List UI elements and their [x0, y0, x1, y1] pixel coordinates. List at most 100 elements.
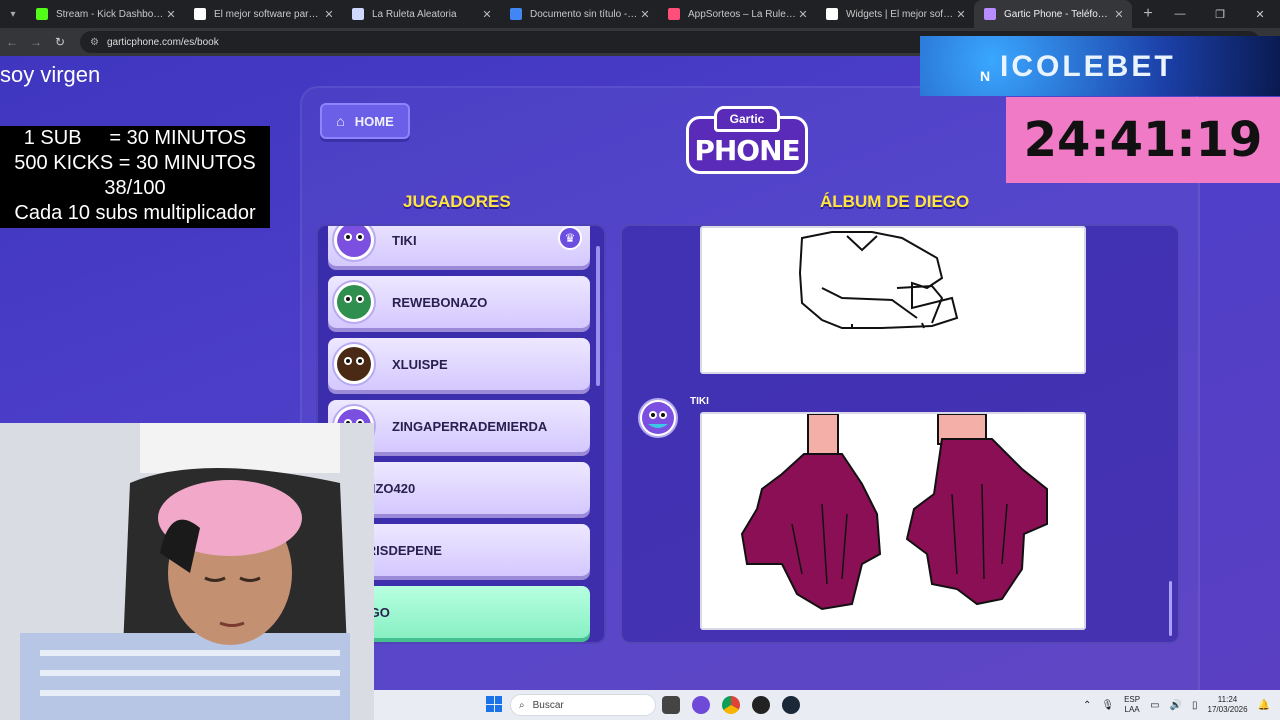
tab-title: Stream - Kick Dashboard [56, 8, 164, 20]
brand-text: ICOLEBET [1000, 50, 1176, 83]
discord-icon[interactable] [692, 696, 710, 714]
gartic-phone-logo: Gartic PHONE [686, 104, 808, 178]
close-tab-icon[interactable]: ✕ [164, 8, 178, 21]
tab-title: AppSorteos – La Ruleta de la Su [688, 8, 796, 20]
tab-title: La Ruleta Aleatoria [372, 8, 457, 20]
tab-strip: Stream - Kick Dashboard ✕ El mejor softwar… [26, 0, 1132, 28]
webcam-image [0, 423, 374, 720]
clock-time: 11:24 [1217, 695, 1238, 704]
language-indicator[interactable]: ESP LAA [1124, 695, 1140, 715]
window-controls: — ❐ ✕ [1160, 0, 1280, 28]
tab-favicon-icon [510, 8, 522, 20]
webcam-overlay [0, 423, 374, 720]
close-tab-icon[interactable]: ✕ [322, 8, 336, 21]
player-item[interactable]: TIKI ♛ [328, 226, 590, 266]
battery-icon[interactable]: ▯ [1192, 700, 1198, 711]
album-title: ÁLBUM DE DIEGO [820, 192, 970, 211]
tab-favicon-icon [826, 8, 838, 20]
browser-tab[interactable]: Widgets | El mejor software pa✕ [816, 0, 974, 28]
tab-favicon-icon [668, 8, 680, 20]
taskbar-search[interactable]: ⌕ Buscar [510, 694, 656, 716]
forward-icon[interactable]: → [24, 35, 48, 49]
player-name: XLUISPE [392, 356, 448, 372]
file-explorer-icon[interactable] [662, 696, 680, 714]
album-panel[interactable] [620, 224, 1180, 644]
album-entry-author: TIKI [690, 396, 709, 407]
minimize-icon[interactable]: — [1160, 0, 1200, 28]
crown-icon: ♛ [558, 226, 582, 250]
browser-tab[interactable]: El mejor software para pote✕ [184, 0, 342, 28]
clock[interactable]: 11:24 17/03/2026 [1208, 695, 1248, 715]
tab-favicon-icon [36, 8, 48, 20]
browser-tab[interactable]: AppSorteos – La Ruleta de la Su✕ [658, 0, 816, 28]
gloves-drawing-svg [740, 413, 1048, 611]
home-button[interactable]: ⌂ HOME [320, 103, 410, 139]
steam-icon[interactable] [782, 696, 800, 714]
player-avatar [332, 226, 376, 262]
tab-favicon-icon [984, 8, 996, 20]
close-tab-icon[interactable]: ✕ [796, 8, 810, 21]
restore-icon[interactable]: ❐ [1200, 0, 1240, 28]
close-window-icon[interactable]: ✕ [1240, 0, 1280, 28]
microphone-icon[interactable]: 🎙 [1101, 700, 1114, 711]
rule-line: 38/100 [104, 177, 166, 199]
rule-line: 500 KICKS = 30 MINUTOS [14, 152, 256, 174]
home-label: HOME [354, 113, 394, 129]
windows-taskbar: ⌕ Buscar ⌃ 🎙 ESP LAA ▭ 🔊 ▯ 11:24 17/03/2… [374, 690, 1280, 720]
avatar-icon [337, 347, 371, 381]
browser-tab-bar: ▾ Stream - Kick Dashboard ✕ El mejor softw… [0, 0, 1280, 28]
player-name: REWEBONAZO [392, 294, 488, 310]
player-name: ZINGAPERRADEMIERDA [392, 418, 548, 434]
tab-title: El mejor software para pote [214, 8, 322, 20]
system-tray: ⌃ 🎙 ESP LAA ▭ 🔊 ▯ 11:24 17/03/2026 🔔 [1083, 690, 1280, 720]
notification-icon[interactable]: 🔔 [1258, 700, 1270, 711]
shirt-drawing-svg [798, 231, 959, 329]
new-tab-button[interactable]: + [1138, 5, 1158, 23]
countdown-timer: 24:41:19 [1006, 97, 1280, 183]
drawing-shirt [700, 226, 1086, 374]
player-item[interactable]: REWEBONAZO [328, 276, 590, 328]
player-avatar [332, 342, 376, 386]
tab-favicon-icon [352, 8, 364, 20]
players-title: JUGADORES [403, 192, 511, 211]
brand-banner: N ICOLEBET [920, 36, 1280, 96]
rule-line: Cada 10 subs multiplicador [14, 202, 256, 224]
close-tab-icon[interactable]: ✕ [954, 8, 968, 21]
windows-start-icon[interactable] [486, 696, 502, 712]
back-icon[interactable]: ← [0, 35, 24, 49]
close-tab-icon[interactable]: ✕ [1112, 8, 1126, 21]
tab-title: Widgets | El mejor software pa [846, 8, 954, 20]
players-scrollbar[interactable] [596, 246, 600, 386]
browser-tab[interactable]: Stream - Kick Dashboard ✕ [26, 0, 184, 28]
lang-top: ESP [1124, 695, 1141, 704]
reload-icon[interactable]: ↻ [48, 35, 72, 49]
chevron-up-icon[interactable]: ⌃ [1083, 700, 1091, 711]
tiki-avatar [638, 398, 678, 438]
home-icon: ⌂ [336, 113, 345, 129]
network-icon[interactable]: ▭ [1150, 700, 1159, 711]
chrome-icon[interactable] [722, 696, 740, 714]
volume-icon[interactable]: 🔊 [1170, 700, 1182, 711]
tab-favicon-icon [194, 8, 206, 20]
site-settings-icon[interactable]: ⚙ [90, 37, 99, 48]
logo-word: PHONE [694, 134, 800, 167]
rule-line: 1 SUB = 30 MINUTOS [23, 127, 247, 149]
player-avatar [332, 280, 376, 324]
screen: ▾ Stream - Kick Dashboard ✕ El mejor softw… [0, 0, 1280, 720]
bird-icon [642, 402, 674, 434]
lang-bottom: LAA [1124, 705, 1140, 714]
close-tab-icon[interactable]: ✕ [638, 8, 652, 21]
player-item[interactable]: XLUISPE [328, 338, 590, 390]
search-placeholder: Buscar [532, 699, 564, 711]
logo-top-text: Gartic [714, 106, 780, 132]
browser-tab[interactable]: La Ruleta Aleatoria ✕ [342, 0, 500, 28]
album-scrollbar[interactable] [1169, 581, 1172, 636]
obs-icon[interactable] [752, 696, 770, 714]
browser-tab[interactable]: Documento sin título - Docume✕ [500, 0, 658, 28]
browser-tab[interactable]: Gartic Phone - Teléfono Descon✕ [974, 0, 1132, 28]
avatar-icon [337, 226, 371, 257]
tab-search-icon[interactable]: ▾ [0, 0, 26, 28]
stream-rules-box: 1 SUB = 30 MINUTOS 500 KICKS = 30 MINUTO… [0, 126, 270, 228]
close-tab-icon[interactable]: ✕ [480, 8, 494, 21]
drawing-gloves [700, 412, 1086, 630]
